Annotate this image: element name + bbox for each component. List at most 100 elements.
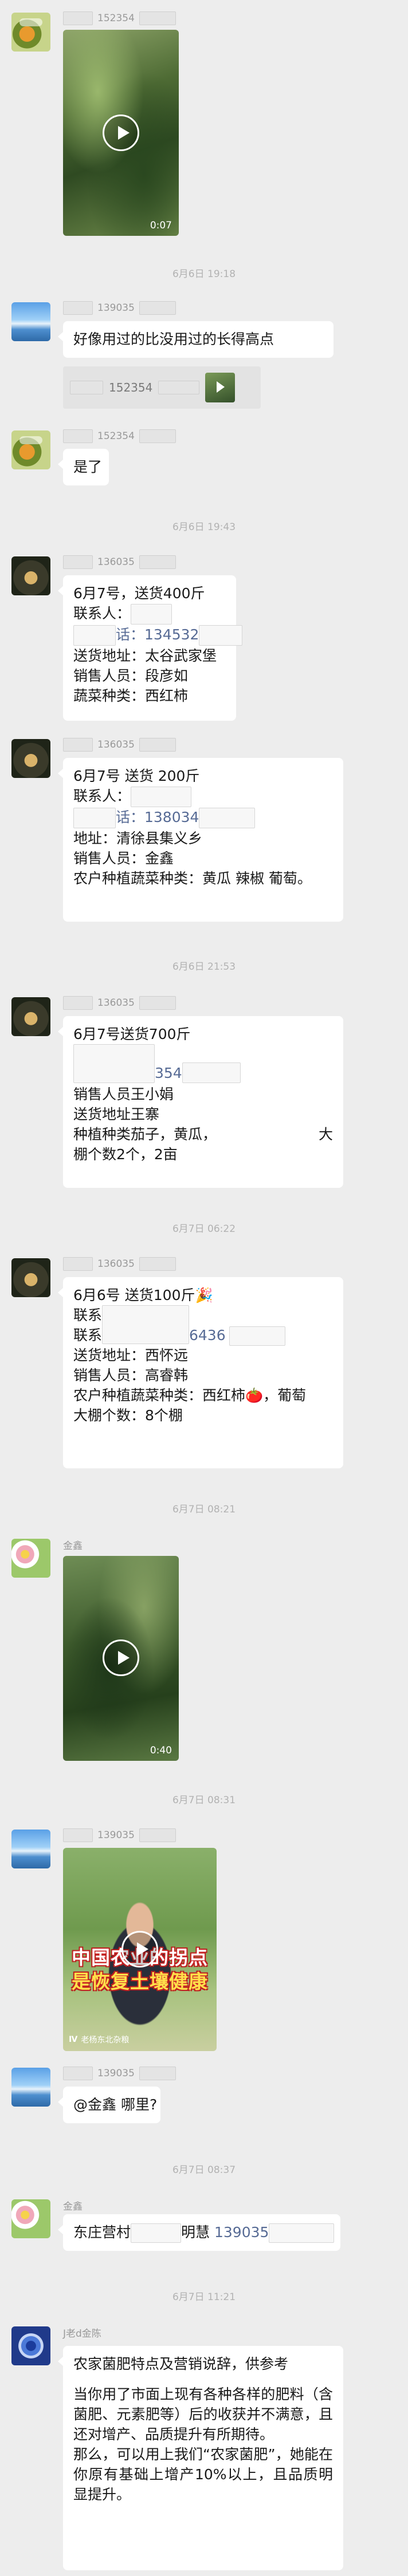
message-bubble[interactable]: 6月6号 送货100斤🎉 联系 联系 6436 送货地址：西怀远 销售人员：高睿… [58,1277,343,1468]
message-bubble[interactable]: 6月7号，送货400斤 联系人： 话：134532 送货地址：太谷武家堡 销售人… [58,575,243,721]
message-line: 销售人员：段彦如 [73,667,189,684]
phone-link[interactable]: 354 [155,1065,182,1081]
sender-name: 136035 [63,1257,176,1271]
sender-id: 136035 [97,739,135,750]
redacted-name [63,555,93,569]
sender-name: 136035 [63,555,176,569]
message-line: 话：138034 [73,807,333,828]
sender-id: 152354 [97,13,135,24]
play-icon[interactable] [121,1931,158,1967]
phone-link[interactable]: 话：134532 [116,626,199,643]
redacted-text [73,808,116,828]
redacted-name [139,11,176,25]
message-line: 送货地址王寨 [73,1106,160,1123]
redacted-text [199,808,256,828]
avatar[interactable] [11,2326,50,2365]
tomato-icon: 🍅 [245,1387,264,1404]
sender-name: J老d金陈 [63,2325,101,2340]
avatar[interactable] [11,302,50,341]
video-message[interactable]: 0:07 [63,30,179,236]
phone-link[interactable]: 139035 [214,2224,269,2241]
message-line: 销售人员：高睿韩 [73,1367,189,1384]
redacted-name [63,1828,93,1842]
redacted-text [131,2223,182,2243]
message-bubble[interactable]: @金鑫 哪里? [58,2087,160,2123]
redacted-text [131,787,192,807]
avatar[interactable] [11,2199,50,2238]
redacted-name [139,301,176,315]
logo-icon: Ⅳ [69,2035,78,2044]
message-line: 蔬菜种类：西红柿 [73,688,189,704]
quoted-message[interactable]: 152354 [63,366,261,409]
message-line: 6月7号，送货400斤 [73,585,205,602]
avatar[interactable] [11,1258,50,1297]
timestamp: 6月7日 06:22 [172,1223,236,1235]
avatar[interactable] [11,2068,50,2107]
sender-name: 136035 [63,996,176,1010]
message-line: 农户种植蔬菜种类：西红柿🍅，葡萄 [73,1385,333,1405]
redacted-text [73,625,116,646]
message-bubble[interactable]: 6月7号送货700斤 354 销售人员王小娟 送货地址王寨 种植种类茄子，黄瓜，… [58,1016,343,1188]
avatar[interactable] [11,739,50,778]
phone-link[interactable]: 话：138034 [116,809,199,825]
play-icon[interactable] [103,114,139,151]
video-message[interactable]: 0:40 [63,1556,179,1761]
line-text: 种植种类茄子，黄瓜， [73,1126,217,1143]
line-text: 6月6号 送货100斤 [73,1287,195,1303]
sender-name: 152354 [63,429,176,443]
sender-id: J老d金陈 [63,2328,101,2340]
sender-id: 金鑫 [63,1540,83,1552]
message-bubble[interactable]: 东庄营村 明慧 139035 [58,2214,340,2251]
sender-id: 136035 [97,997,135,1009]
redacted-text [131,604,172,625]
quote-sender: 152354 [109,381,153,394]
redacted-name [139,429,176,443]
message-line: 6月6号 送货100斤🎉 [73,1285,333,1305]
message-text: @金鑫 哪里? [73,2096,158,2113]
avatar[interactable] [11,430,50,469]
sender-name: 136035 [63,738,176,752]
video-overlay-subtitle: 是恢复土壤健康 [72,1970,208,1993]
message-line: 农家菌肥特点及营销说辞，供参考 [73,2356,289,2372]
avatar[interactable] [11,556,50,595]
line-text: 联系人： [73,788,131,804]
timestamp: 6月7日 11:21 [172,2291,236,2303]
message-bubble[interactable]: 是了 [58,449,109,485]
watermark-text: 老杨东北杂粮 [81,2036,130,2045]
message-line: 联系人： [73,786,333,807]
sender-name: 152354 [63,11,176,25]
party-popper-icon: 🎉 [195,1287,213,1303]
message-line: 6月7号送货700斤 [73,1026,191,1042]
line-text: ，葡萄 [263,1387,307,1404]
message-bubble[interactable]: 农家菌肥特点及营销说辞，供参考 当你用了市面上现有各种各样的肥料（含菌肥、元素肥… [58,2346,343,2570]
sender-id: 152354 [97,430,135,442]
play-icon[interactable] [103,1639,139,1676]
sender-name: 139035 [63,2067,176,2080]
message-line: 农户种植蔬菜种类：黄瓜 辣椒 葡萄。 [73,870,312,887]
avatar[interactable] [11,13,50,52]
phone-link[interactable]: 6436 [189,1325,226,1345]
message-line: 棚个数2个，2亩 [73,1146,178,1163]
line-text: 联系人： [73,605,131,622]
avatar[interactable] [11,997,50,1036]
video-duration: 0:07 [150,220,172,231]
redacted-name [63,738,93,752]
message-text: 是了 [73,459,103,475]
sender-id: 139035 [97,1830,135,1841]
timestamp: 6月6日 21:53 [172,961,236,973]
sender-id: 金鑫 [63,2201,83,2212]
redacted-name [63,429,93,443]
message-bubble[interactable]: 好像用过的比没用过的长得高点 [58,321,334,358]
video-message[interactable]: 中国农业的拐点 是恢复土壤健康 Ⅳ 老杨东北杂粮 [63,1848,217,2051]
message-text: 好像用过的比没用过的长得高点 [73,331,274,347]
line-text: 明慧 [181,2224,210,2241]
message-paragraph: 那么，可以用上我们“农家菌肥”，她能在你原有基础上增产10%以上，且品质明显提升… [73,2446,333,2503]
timestamp: 6月7日 08:21 [172,1504,236,1515]
redacted-text [182,1062,241,1083]
avatar[interactable] [11,1830,50,1868]
message-line: 种植种类茄子，黄瓜， 大 [73,1124,333,1144]
avatar[interactable] [11,1539,50,1578]
message-bubble[interactable]: 6月7号 送货 200斤 联系人： 话：138034 地址：清徐县集义乡 销售人… [58,758,343,922]
message-line: 354 [73,1044,333,1084]
line-text: 联系 [73,1327,103,1344]
